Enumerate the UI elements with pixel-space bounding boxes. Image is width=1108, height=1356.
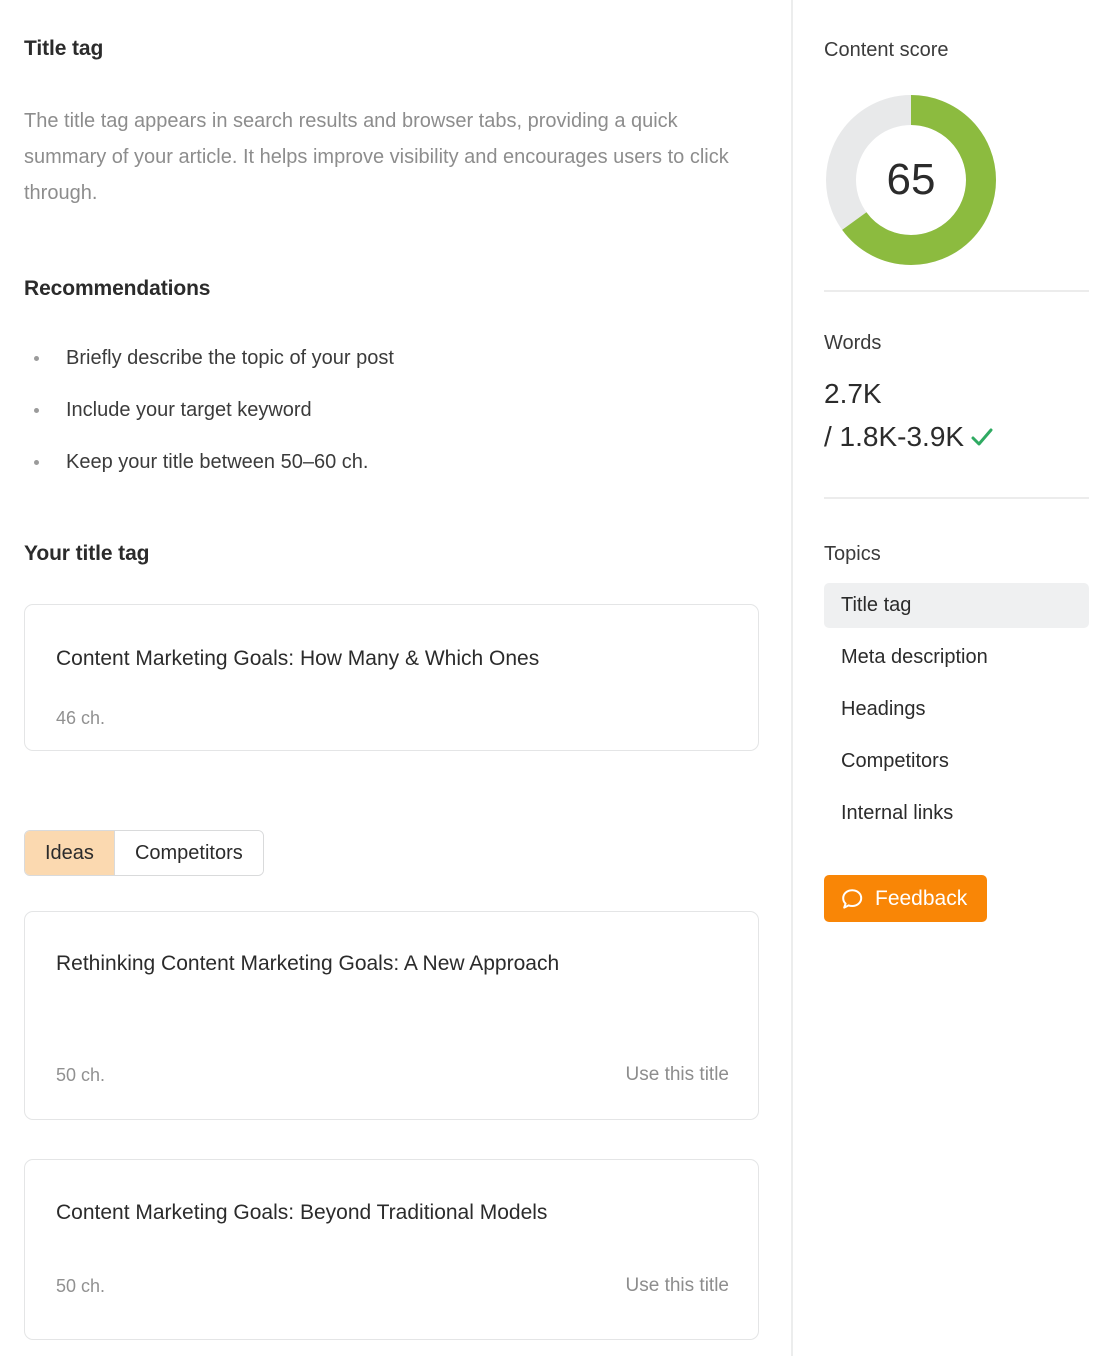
content-score-value: 65 [886,155,936,204]
idea-title-text: Content Marketing Goals: Beyond Traditio… [56,1201,548,1224]
idea-card[interactable]: Content Marketing Goals: Beyond Traditio… [24,1159,759,1340]
tab-competitors[interactable]: Competitors [114,831,263,875]
ideas-competitors-tabs[interactable]: Ideas Competitors [24,830,264,876]
list-item: Briefly describe the topic of your post [24,332,724,384]
sidebar-divider [824,290,1089,292]
sidebar-item-title-tag[interactable]: Title tag [824,583,1089,628]
sidebar: Content score 65 Words 2.7K / 1.8K-3.9K … [793,0,1108,1356]
topics-list: Title tag Meta description Headings Comp… [824,583,1089,843]
topics-label: Topics [824,543,881,565]
use-this-title-button[interactable]: Use this title [626,1275,729,1297]
seo-content-panel: Title tag The title tag appears in searc… [0,0,1108,1356]
idea-char-count: 50 ch. [56,1276,106,1296]
words-range-row: / 1.8K-3.9K [824,415,1094,459]
bullet-icon [34,408,39,413]
list-item: Include your target keyword [24,384,724,436]
words-label: Words [824,332,882,354]
idea-title-text: Rethinking Content Marketing Goals: A Ne… [56,952,560,975]
idea-card[interactable]: Rethinking Content Marketing Goals: A Ne… [24,911,759,1120]
page-title: Title tag [24,37,104,60]
feedback-button[interactable]: Feedback [824,875,988,922]
sidebar-item-meta-description[interactable]: Meta description [824,635,1089,680]
recommendation-text: Briefly describe the topic of your post [66,347,394,369]
idea-char-count: 50 ch. [56,1065,106,1085]
words-stat: 2.7K / 1.8K-3.9K [824,372,1094,459]
sidebar-item-competitors[interactable]: Competitors [824,739,1089,784]
title-tag-description: The title tag appears in search results … [24,110,729,204]
recommendations-heading: Recommendations [24,277,211,300]
content-score-label: Content score [824,39,949,61]
sidebar-divider [824,497,1089,499]
words-range: / 1.8K-3.9K [824,421,965,452]
recommendation-text: Include your target keyword [66,399,312,421]
sidebar-item-internal-links[interactable]: Internal links [824,791,1089,836]
your-title-tag-heading: Your title tag [24,542,150,565]
bullet-icon [34,460,39,465]
speech-bubble-icon [840,887,864,911]
list-item: Keep your title between 50–60 ch. [24,436,724,488]
use-this-title-button[interactable]: Use this title [626,1064,729,1086]
your-title-tag-text: Content Marketing Goals: How Many & Whic… [56,647,540,670]
content-score-donut-chart: 65 [825,94,997,266]
tab-ideas[interactable]: Ideas [25,831,114,875]
main-content-panel: Title tag The title tag appears in searc… [0,0,793,1356]
recommendations-list: Briefly describe the topic of your post … [24,332,724,488]
check-icon [970,416,994,459]
sidebar-item-headings[interactable]: Headings [824,687,1089,732]
recommendation-text: Keep your title between 50–60 ch. [66,451,369,473]
your-title-tag-card[interactable]: Content Marketing Goals: How Many & Whic… [24,604,759,751]
your-title-char-count: 46 ch. [56,708,106,728]
feedback-label: Feedback [875,886,968,910]
bullet-icon [34,356,39,361]
words-count: 2.7K [824,378,882,409]
